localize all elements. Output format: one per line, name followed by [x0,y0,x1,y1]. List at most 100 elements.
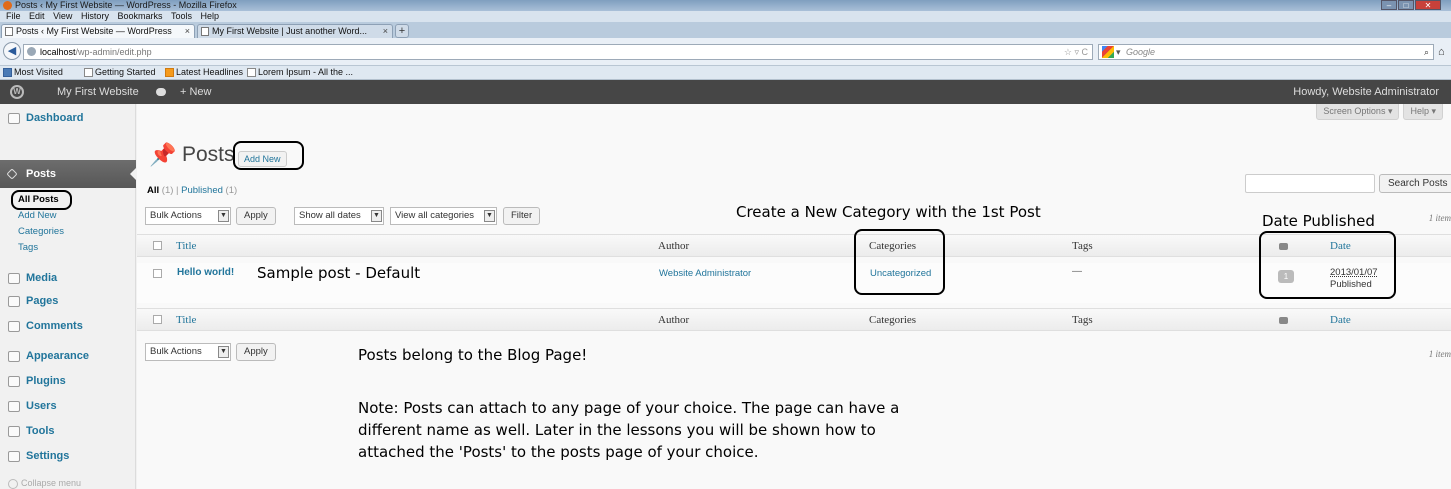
sidebar-item-dashboard[interactable]: Dashboard [0,106,136,130]
select-value: Bulk Actions [150,346,202,357]
search-posts-input[interactable] [1245,174,1375,193]
tab-close-icon[interactable]: × [185,25,190,38]
home-icon[interactable]: ⌂ [1438,46,1445,58]
select-all-checkbox[interactable] [153,315,162,324]
post-author-link[interactable]: Website Administrator [659,268,751,279]
search-placeholder: Google [1126,47,1156,57]
maximize-button[interactable]: □ [1398,0,1414,10]
annotation-note-line-3: attached the 'Posts' to the posts page o… [358,443,759,461]
sidebar-item-plugins[interactable]: Plugins [0,369,136,393]
menu-view[interactable]: View [53,11,72,21]
google-icon[interactable] [1102,46,1114,58]
bookmark-lorem-ipsum[interactable]: Lorem Ipsum - All the ... [246,66,353,79]
sidebar-item-users[interactable]: Users [0,394,136,418]
sidebar-item-pages[interactable]: Pages [0,289,136,313]
select-value: Show all dates [299,210,361,221]
menu-edit[interactable]: Edit [29,11,45,21]
howdy-user-link[interactable]: Howdy, Website Administrator [1293,80,1439,104]
search-icon[interactable]: ⌕ [1424,45,1429,59]
new-content-link[interactable]: + New [180,80,212,104]
plugin-icon [8,376,20,387]
select-all-checkbox[interactable] [153,241,162,250]
site-name-link[interactable]: My First Website [57,80,139,104]
column-title[interactable]: Title [176,235,196,258]
page-title: Posts [182,143,235,166]
engine-dropdown-icon[interactable]: ▾ [1116,45,1121,59]
collapse-label: Collapse menu [21,478,82,488]
tab-site[interactable]: My First Website | Just another Word... … [197,24,393,38]
menu-file[interactable]: File [6,11,21,21]
comment-bubble-icon[interactable] [156,88,166,96]
new-tab-button[interactable]: + [395,24,409,38]
post-tags: — [1072,266,1082,277]
submenu-categories[interactable]: Categories [0,226,136,238]
media-icon [8,273,20,284]
sidebar-item-appearance[interactable]: Appearance [0,344,136,368]
pushpin-icon: 📌 [149,142,177,167]
select-value: View all categories [395,210,475,221]
bulk-actions-select[interactable]: Bulk Actions ▼ [145,207,231,225]
bookmark-most-visited[interactable]: Most Visited [2,66,63,79]
column-author: Author [658,314,690,326]
menu-history[interactable]: History [81,11,109,21]
filter-all[interactable]: All [147,185,159,196]
sidebar-item-settings[interactable]: Settings [0,444,136,468]
comment-bubble-icon[interactable] [1279,317,1288,324]
rss-icon [165,68,174,77]
post-title-link[interactable]: Hello world! [177,267,234,278]
submenu-add-new[interactable]: Add New [0,210,136,222]
apply-button[interactable]: Apply [236,207,276,225]
column-title[interactable]: Title [176,309,196,332]
collapse-menu-button[interactable]: Collapse menu [8,478,81,489]
sidebar-item-label: Media [26,272,58,284]
menu-bookmarks[interactable]: Bookmarks [117,11,162,21]
column-date[interactable]: Date [1330,309,1351,332]
menu-help[interactable]: Help [201,11,220,21]
help-button[interactable]: Help ▾ [1403,104,1443,120]
filter-all-count: (1) [161,185,174,196]
filter-published[interactable]: Published [181,185,223,196]
sidebar-item-posts[interactable]: Posts [0,160,137,188]
chevron-down-icon: ▼ [371,210,382,222]
tools-icon [8,426,20,437]
menu-tools[interactable]: Tools [171,11,192,21]
pages-icon [8,296,20,307]
bookmark-latest-headlines[interactable]: Latest Headlines [164,66,243,79]
sidebar-item-comments[interactable]: Comments [0,314,136,338]
comments-icon [8,321,20,332]
apply-button-bottom[interactable]: Apply [236,343,276,361]
filter-button[interactable]: Filter [503,207,541,225]
select-value: Bulk Actions [150,210,202,221]
collapse-icon [8,478,18,489]
back-button[interactable]: ◀ [3,42,21,60]
tab-posts[interactable]: Posts ‹ My First Website — WordPress × [1,24,195,38]
search-bar[interactable]: ▾ Google ⌕ [1098,44,1434,60]
search-posts-button[interactable]: Search Posts [1379,174,1451,193]
categories-filter-select[interactable]: View all categories ▼ [390,207,497,225]
sidebar-item-media[interactable]: Media [0,266,136,290]
highlight-categories [854,229,945,295]
items-count: 1 item [1428,213,1451,223]
bookmark-getting-started[interactable]: Getting Started [83,66,156,79]
wordpress-logo-icon[interactable]: W [10,85,24,99]
annotation-note-line-2: different name as well. Later in the les… [358,421,876,439]
page-icon [5,27,13,36]
minimize-button[interactable]: – [1381,0,1397,10]
site-identity-icon[interactable] [27,47,36,56]
tab-close-icon[interactable]: × [383,25,388,38]
bulk-actions-select-bottom[interactable]: Bulk Actions ▼ [145,343,231,361]
sidebar-item-label: Users [26,400,57,412]
url-bar[interactable]: localhost/wp-admin/edit.php ☆ ▿ C [23,44,1093,60]
close-window-button[interactable]: ✕ [1415,0,1441,10]
posts-table-header: Title Author Categories Tags Date [137,234,1451,257]
bookmark-star-icon[interactable]: ☆ ▿ C [1064,45,1088,59]
row-checkbox[interactable] [153,269,162,278]
posts-table-footer: Title Author Categories Tags Date [137,308,1451,331]
submenu-tags[interactable]: Tags [0,242,136,254]
dates-filter-select[interactable]: Show all dates ▼ [294,207,384,225]
bookmark-label: Latest Headlines [176,67,244,77]
screen-options-button[interactable]: Screen Options ▾ [1316,104,1400,120]
sidebar-item-label: Pages [26,295,59,307]
dashboard-icon [8,113,20,124]
sidebar-item-tools[interactable]: Tools [0,419,136,443]
